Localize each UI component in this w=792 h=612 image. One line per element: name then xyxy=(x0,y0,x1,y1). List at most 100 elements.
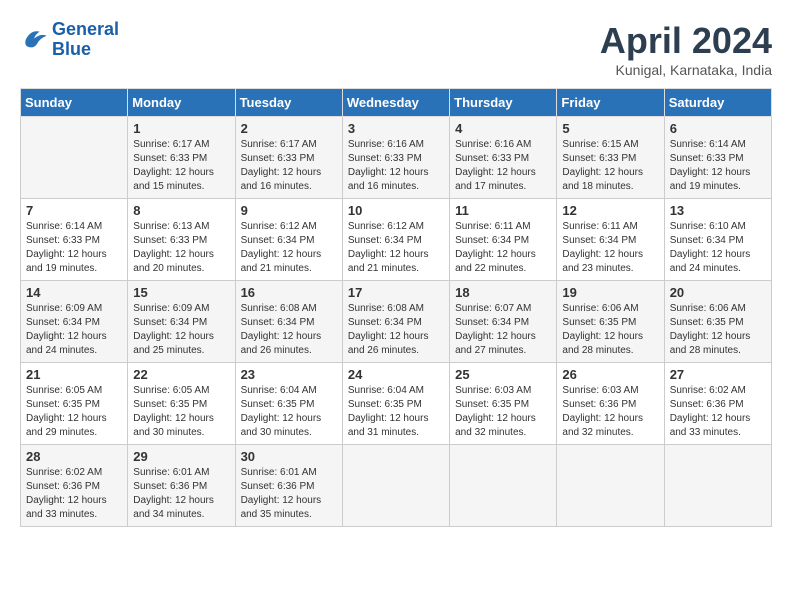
day-number: 3 xyxy=(348,121,444,136)
day-cell: 25 Sunrise: 6:03 AMSunset: 6:35 PMDayligh… xyxy=(450,363,557,445)
day-number: 24 xyxy=(348,367,444,382)
day-number: 2 xyxy=(241,121,337,136)
day-info: Sunrise: 6:12 AMSunset: 6:34 PMDaylight:… xyxy=(241,220,337,276)
day-cell xyxy=(21,117,128,199)
day-info: Sunrise: 6:01 AMSunset: 6:36 PMDaylight:… xyxy=(241,466,337,522)
week-row-4: 21 Sunrise: 6:05 AMSunset: 6:35 PMDayligh… xyxy=(21,363,772,445)
day-number: 10 xyxy=(348,203,444,218)
logo-text: GeneralBlue xyxy=(52,20,119,60)
day-cell: 16Sunrise: 6:08 AMSunset: 6:34 PMDayligh… xyxy=(235,281,342,363)
day-number: 7 xyxy=(26,203,122,218)
day-cell: 11 Sunrise: 6:11 AMSunset: 6:34 PMDayligh… xyxy=(450,199,557,281)
day-number: 22 xyxy=(133,367,229,382)
week-row-3: 14 Sunrise: 6:09 AMSunset: 6:34 PMDayligh… xyxy=(21,281,772,363)
day-cell xyxy=(450,445,557,527)
day-number: 17 xyxy=(348,285,444,300)
day-info: Sunrise: 6:11 AMSunset: 6:34 PMDaylight:… xyxy=(455,220,551,276)
col-tuesday: Tuesday xyxy=(235,89,342,117)
day-info: Sunrise: 6:02 AMSunset: 6:36 PMDaylight:… xyxy=(26,466,122,522)
day-cell: 2Sunrise: 6:17 AMSunset: 6:33 PMDaylight… xyxy=(235,117,342,199)
location: Kunigal, Karnataka, India xyxy=(600,62,772,78)
title-block: April 2024 Kunigal, Karnataka, India xyxy=(600,20,772,78)
day-number: 23 xyxy=(241,367,337,382)
day-number: 11 xyxy=(455,203,551,218)
day-cell: 20 Sunrise: 6:06 AMSunset: 6:35 PMDayligh… xyxy=(664,281,771,363)
day-info: Sunrise: 6:13 AMSunset: 6:33 PMDaylight:… xyxy=(133,220,229,276)
day-info: Sunrise: 6:02 AMSunset: 6:36 PMDaylight:… xyxy=(670,384,766,440)
week-row-5: 28 Sunrise: 6:02 AMSunset: 6:36 PMDayligh… xyxy=(21,445,772,527)
day-cell xyxy=(664,445,771,527)
day-number: 15 xyxy=(133,285,229,300)
day-number: 12 xyxy=(562,203,658,218)
day-number: 30 xyxy=(241,449,337,464)
day-info: Sunrise: 6:10 AMSunset: 6:34 PMDaylight:… xyxy=(670,220,766,276)
day-number: 29 xyxy=(133,449,229,464)
day-number: 25 xyxy=(455,367,551,382)
day-info: Sunrise: 6:16 AMSunset: 6:33 PMDaylight:… xyxy=(455,138,551,194)
day-cell: 17 Sunrise: 6:08 AMSunset: 6:34 PMDayligh… xyxy=(342,281,449,363)
week-row-1: 1Sunrise: 6:17 AMSunset: 6:33 PMDaylight… xyxy=(21,117,772,199)
day-number: 28 xyxy=(26,449,122,464)
logo-bird-icon xyxy=(20,26,48,54)
day-cell: 10 Sunrise: 6:12 AMSunset: 6:34 PMDayligh… xyxy=(342,199,449,281)
header-row: Sunday Monday Tuesday Wednesday Thursday… xyxy=(21,89,772,117)
day-info: Sunrise: 6:05 AMSunset: 6:35 PMDaylight:… xyxy=(133,384,229,440)
day-number: 6 xyxy=(670,121,766,136)
day-cell xyxy=(557,445,664,527)
day-cell: 5 Sunrise: 6:15 AMSunset: 6:33 PMDaylight… xyxy=(557,117,664,199)
day-number: 20 xyxy=(670,285,766,300)
day-cell: 13 Sunrise: 6:10 AMSunset: 6:34 PMDayligh… xyxy=(664,199,771,281)
day-cell: 24Sunrise: 6:04 AMSunset: 6:35 PMDayligh… xyxy=(342,363,449,445)
day-info: Sunrise: 6:16 AMSunset: 6:33 PMDaylight:… xyxy=(348,138,444,194)
col-monday: Monday xyxy=(128,89,235,117)
day-number: 9 xyxy=(241,203,337,218)
day-cell: 18 Sunrise: 6:07 AMSunset: 6:34 PMDayligh… xyxy=(450,281,557,363)
day-info: Sunrise: 6:03 AMSunset: 6:36 PMDaylight:… xyxy=(562,384,658,440)
month-title: April 2024 xyxy=(600,20,772,62)
day-number: 14 xyxy=(26,285,122,300)
day-cell: 27Sunrise: 6:02 AMSunset: 6:36 PMDayligh… xyxy=(664,363,771,445)
col-friday: Friday xyxy=(557,89,664,117)
day-cell: 22 Sunrise: 6:05 AMSunset: 6:35 PMDayligh… xyxy=(128,363,235,445)
calendar-table: Sunday Monday Tuesday Wednesday Thursday… xyxy=(20,88,772,527)
day-info: Sunrise: 6:06 AMSunset: 6:35 PMDaylight:… xyxy=(562,302,658,358)
day-cell: 6 Sunrise: 6:14 AMSunset: 6:33 PMDaylight… xyxy=(664,117,771,199)
day-info: Sunrise: 6:12 AMSunset: 6:34 PMDaylight:… xyxy=(348,220,444,276)
day-info: Sunrise: 6:01 AMSunset: 6:36 PMDaylight:… xyxy=(133,466,229,522)
day-info: Sunrise: 6:09 AMSunset: 6:34 PMDaylight:… xyxy=(133,302,229,358)
day-info: Sunrise: 6:05 AMSunset: 6:35 PMDaylight:… xyxy=(26,384,122,440)
day-number: 18 xyxy=(455,285,551,300)
day-number: 8 xyxy=(133,203,229,218)
day-number: 5 xyxy=(562,121,658,136)
calendar-header: Sunday Monday Tuesday Wednesday Thursday… xyxy=(21,89,772,117)
day-cell: 26 Sunrise: 6:03 AMSunset: 6:36 PMDayligh… xyxy=(557,363,664,445)
day-info: Sunrise: 6:11 AMSunset: 6:34 PMDaylight:… xyxy=(562,220,658,276)
day-cell: 7 Sunrise: 6:14 AMSunset: 6:33 PMDaylight… xyxy=(21,199,128,281)
day-info: Sunrise: 6:14 AMSunset: 6:33 PMDaylight:… xyxy=(670,138,766,194)
day-cell xyxy=(342,445,449,527)
day-info: Sunrise: 6:08 AMSunset: 6:34 PMDaylight:… xyxy=(241,302,337,358)
day-info: Sunrise: 6:08 AMSunset: 6:34 PMDaylight:… xyxy=(348,302,444,358)
day-info: Sunrise: 6:07 AMSunset: 6:34 PMDaylight:… xyxy=(455,302,551,358)
day-cell: 12 Sunrise: 6:11 AMSunset: 6:34 PMDayligh… xyxy=(557,199,664,281)
day-number: 21 xyxy=(26,367,122,382)
day-number: 19 xyxy=(562,285,658,300)
day-info: Sunrise: 6:04 AMSunset: 6:35 PMDaylight:… xyxy=(241,384,337,440)
day-number: 13 xyxy=(670,203,766,218)
day-info: Sunrise: 6:09 AMSunset: 6:34 PMDaylight:… xyxy=(26,302,122,358)
day-info: Sunrise: 6:03 AMSunset: 6:35 PMDaylight:… xyxy=(455,384,551,440)
page-header: GeneralBlue April 2024 Kunigal, Karnatak… xyxy=(20,20,772,78)
day-info: Sunrise: 6:14 AMSunset: 6:33 PMDaylight:… xyxy=(26,220,122,276)
col-wednesday: Wednesday xyxy=(342,89,449,117)
day-cell: 4Sunrise: 6:16 AMSunset: 6:33 PMDaylight… xyxy=(450,117,557,199)
calendar-body: 1Sunrise: 6:17 AMSunset: 6:33 PMDaylight… xyxy=(21,117,772,527)
day-cell: 3 Sunrise: 6:16 AMSunset: 6:33 PMDaylight… xyxy=(342,117,449,199)
day-cell: 30 Sunrise: 6:01 AMSunset: 6:36 PMDayligh… xyxy=(235,445,342,527)
day-info: Sunrise: 6:06 AMSunset: 6:35 PMDaylight:… xyxy=(670,302,766,358)
week-row-2: 7 Sunrise: 6:14 AMSunset: 6:33 PMDaylight… xyxy=(21,199,772,281)
logo: GeneralBlue xyxy=(20,20,119,60)
day-number: 26 xyxy=(562,367,658,382)
day-info: Sunrise: 6:15 AMSunset: 6:33 PMDaylight:… xyxy=(562,138,658,194)
day-cell: 23 Sunrise: 6:04 AMSunset: 6:35 PMDayligh… xyxy=(235,363,342,445)
col-saturday: Saturday xyxy=(664,89,771,117)
